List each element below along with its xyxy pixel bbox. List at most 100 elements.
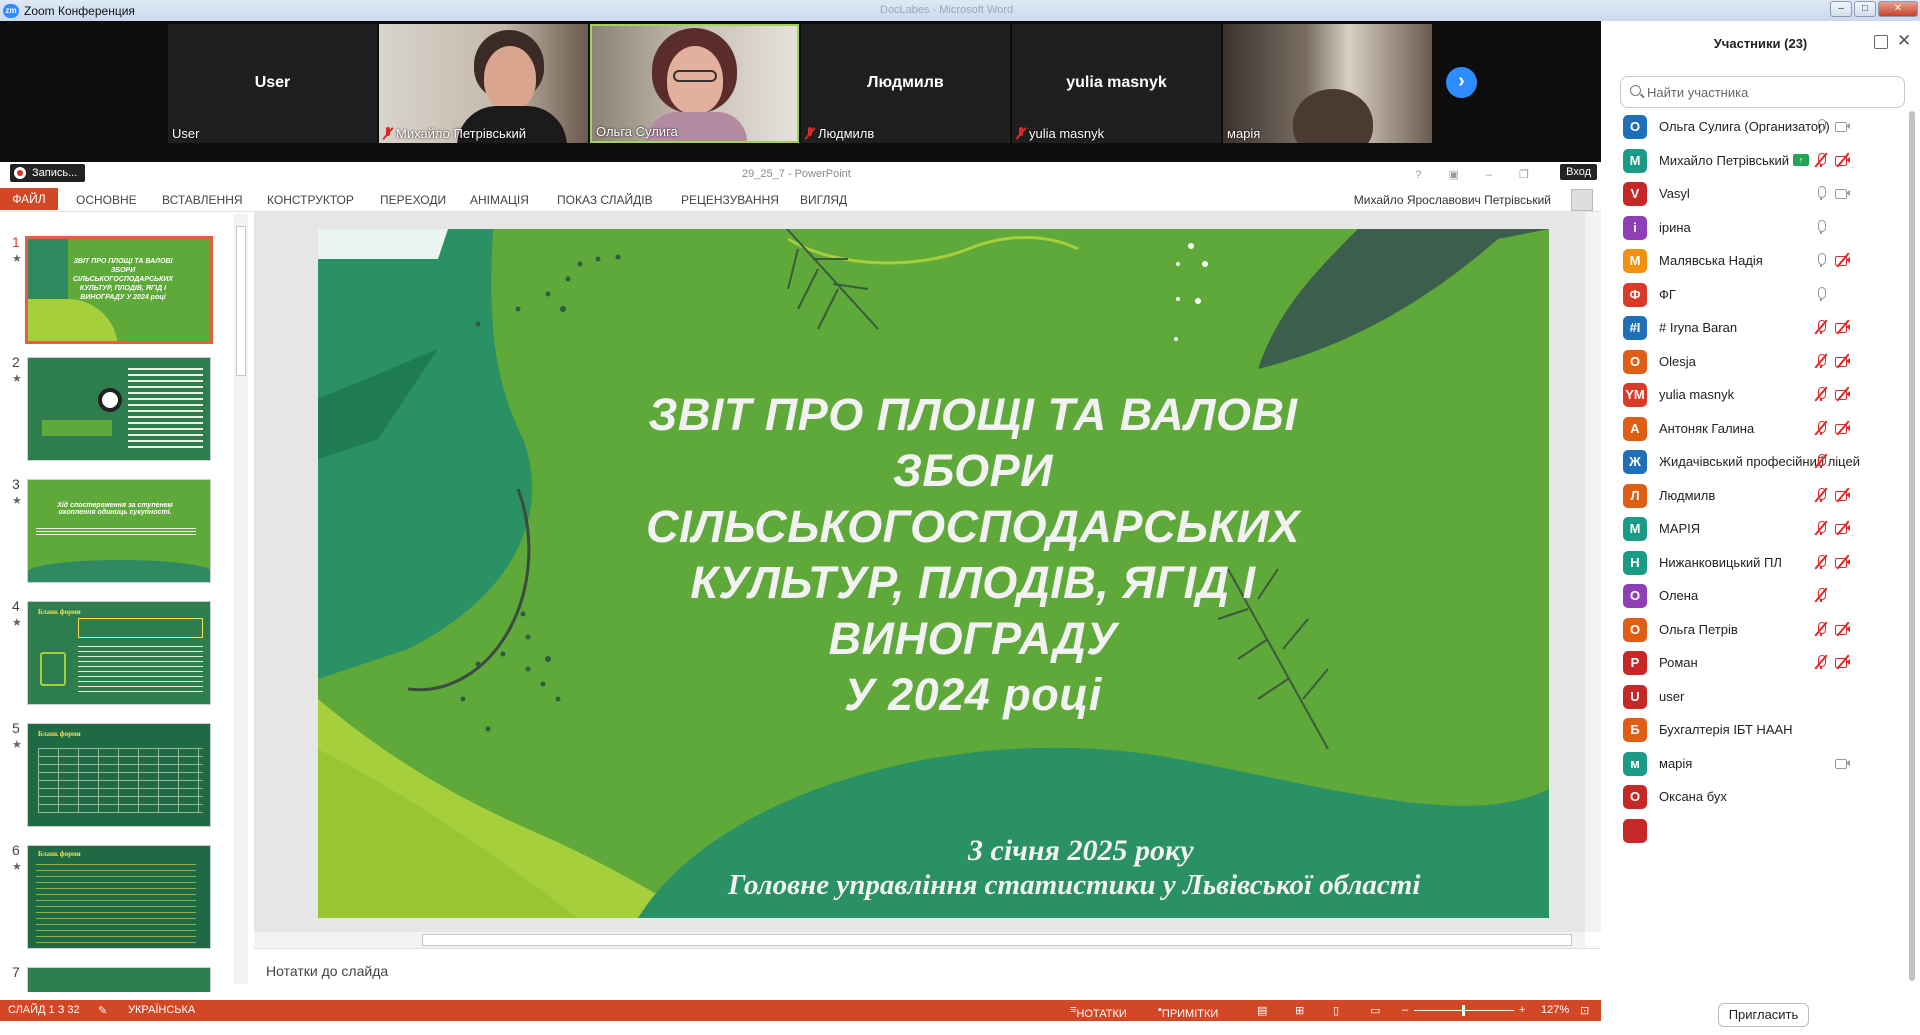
popout-icon[interactable] [1874,35,1888,49]
scrollbar-thumb[interactable] [422,934,1572,946]
mic-muted-icon[interactable] [1813,654,1829,670]
account-avatar-icon[interactable] [1571,189,1593,211]
language-indicator[interactable]: УКРАЇНСЬКА [128,1004,195,1016]
participant-name: Олена [1659,588,1699,603]
video-tile[interactable]: Людмилв Людмилв [801,24,1010,143]
signin-button[interactable]: Вход [1560,164,1597,180]
mic-icon[interactable] [1813,185,1829,201]
account-name[interactable]: Михайло Ярославович Петрівський [1354,193,1551,207]
shape-teal-left [318,229,533,679]
close-icon[interactable]: ✕ [1897,31,1911,51]
thumb-text-lines [78,646,203,696]
participant-name: # Iryna Baran [1659,320,1738,335]
tab-review[interactable]: РЕЦЕНЗУВАННЯ [681,193,779,207]
video-tile[interactable]: yulia masnyk yulia masnyk [1012,24,1221,143]
video-tile[interactable]: User User [168,24,377,143]
mic-muted-icon[interactable] [1813,587,1829,603]
tab-animation[interactable]: АНІМАЦІЯ [470,193,529,207]
slide-thumbnail-2[interactable] [27,357,211,461]
slide-vertical-scrollbar[interactable] [1585,212,1601,932]
slide-thumbnail-7[interactable] [27,967,211,992]
notes-pane[interactable]: Нотатки до слайда [254,948,1601,992]
mic-icon[interactable] [1813,219,1829,235]
video-tile-label: Михайло Петрівський [383,126,526,141]
camera-off-icon [1835,486,1851,503]
zoom-out-icon[interactable]: – [1402,1004,1408,1016]
mic-muted-icon[interactable] [1813,453,1829,469]
next-page-button[interactable]: › [1446,67,1477,98]
tab-design[interactable]: КОНСТРУКТОР [267,193,354,207]
maximize-button[interactable]: □ [1854,1,1876,17]
slide-title-line: СІЛЬСЬКОГОСПОДАРСЬКИХ [646,501,1300,552]
mic-muted-icon[interactable] [1813,486,1829,503]
slide-thumbnail-4[interactable]: Бланк форми [27,601,211,705]
close-button[interactable]: ✕ [1878,1,1918,17]
mic-muted-icon[interactable] [1813,620,1829,637]
slide-thumbnail-1[interactable]: ЗВІТ ПРО ПЛОЩІ ТА ВАЛОВІ ЗБОРИ СІЛЬСЬКОГ… [25,236,213,344]
slide-thumbnail-3[interactable]: Хід спостереження за ступенем охоплення … [27,479,211,583]
slideshow-icon[interactable]: ▭ [1370,1004,1380,1017]
zoom-level[interactable]: 127% [1541,1004,1569,1016]
slide-date: 3 січня 2025 року [968,834,1194,867]
zoom-slider[interactable] [1414,1005,1514,1016]
tab-transitions[interactable]: ПЕРЕХОДИ [380,193,446,207]
participant-name: Ольга Сулига (Организатор) [1659,119,1830,134]
camera-off-icon [1835,620,1851,637]
ppt-window-controls[interactable]: ? ▣ – ❐ [1415,168,1541,181]
thumb-decor [42,420,112,436]
scrollbar-thumb[interactable] [1909,111,1915,981]
thumbnails-scrollbar[interactable] [234,214,248,984]
search-input[interactable] [1647,83,1897,101]
thumbnail-number: 7 [12,964,20,980]
video-tile-active-speaker[interactable]: Ольга Сулига [590,24,799,143]
video-tile[interactable]: марія [1223,24,1432,143]
slide-title-line: ЗВІТ ПРО ПЛОЩІ ТА ВАЛОВІ [648,389,1298,440]
mic-muted-icon[interactable] [1813,386,1829,402]
video-strip: User User Михайло Петрівський Ольга Сули… [0,21,1601,162]
slide-thumbnail-5[interactable]: Бланк форми [27,723,211,827]
participant-name: ірина [1659,219,1691,235]
window-controls: – □ ✕ [1830,1,1918,17]
normal-view-icon[interactable]: ▤ [1257,1004,1267,1017]
slide-sorter-icon[interactable]: ⊞ [1295,1004,1304,1017]
mic-muted-icon[interactable] [1813,419,1829,436]
mic-muted-icon[interactable] [1813,319,1829,335]
slide-thumbnail-6[interactable]: Бланк форми [27,845,211,949]
participant-avatar: О [1623,115,1647,139]
scrollbar-thumb[interactable] [236,226,246,376]
target-icon [98,388,122,412]
tab-file[interactable]: ФАЙЛ [0,188,58,210]
minimize-button[interactable]: – [1830,1,1852,17]
fit-slide-icon[interactable]: ⊡ [1580,1004,1589,1017]
thumbnail-number: 2 [12,354,20,370]
mic-muted-icon[interactable] [1813,151,1829,168]
camera-off-icon [1835,386,1851,402]
mic-icon[interactable] [1813,286,1829,302]
invite-button[interactable]: Пригласить [1718,1003,1809,1027]
notes-toggle-button[interactable]: ≡ НОТАТКИ [1070,1004,1127,1020]
tab-home[interactable]: ОСНОВНЕ [76,193,137,207]
tab-view[interactable]: ВИГЛЯД [800,193,847,207]
animation-star-icon: ★ [12,373,22,385]
video-tile[interactable]: Михайло Петрівський [379,24,588,143]
mic-muted-icon[interactable] [1813,352,1829,369]
recording-indicator[interactable]: Запись... [10,164,86,182]
mic-muted-icon[interactable] [1813,520,1829,536]
zoom-in-icon[interactable]: + [1519,1004,1525,1016]
video-tile-name: Михайло Петрівський [396,126,526,141]
spellcheck-icon[interactable]: ✎ [98,1004,107,1017]
record-icon [14,167,26,179]
tab-insert[interactable]: ВСТАВЛЕННЯ [162,193,243,207]
mic-icon[interactable] [1813,252,1829,268]
slide-thumbnails-pane: 1 ★ ЗВІТ ПРО ПЛОЩІ ТА ВАЛОВІ ЗБОРИ СІЛЬС… [0,212,250,992]
reading-view-icon[interactable]: ▯ [1333,1004,1339,1017]
tab-slideshow[interactable]: ПОКАЗ СЛАЙДІВ [557,193,653,207]
participant-avatar: О [1623,785,1647,809]
comments-toggle-button[interactable]: ▪ ПРИМІТКИ [1158,1004,1218,1020]
mic-muted-icon[interactable] [1813,553,1829,570]
current-slide[interactable]: ЗВІТ ПРО ПЛОЩІ ТА ВАЛОВІ ЗБОРИ СІЛЬСЬКОГ… [318,229,1549,918]
slide-horizontal-scrollbar[interactable] [254,932,1585,948]
participant-list-scrollbar[interactable] [1908,111,1916,991]
mic-icon[interactable] [1813,118,1829,134]
participant-row[interactable] [1601,810,1906,851]
